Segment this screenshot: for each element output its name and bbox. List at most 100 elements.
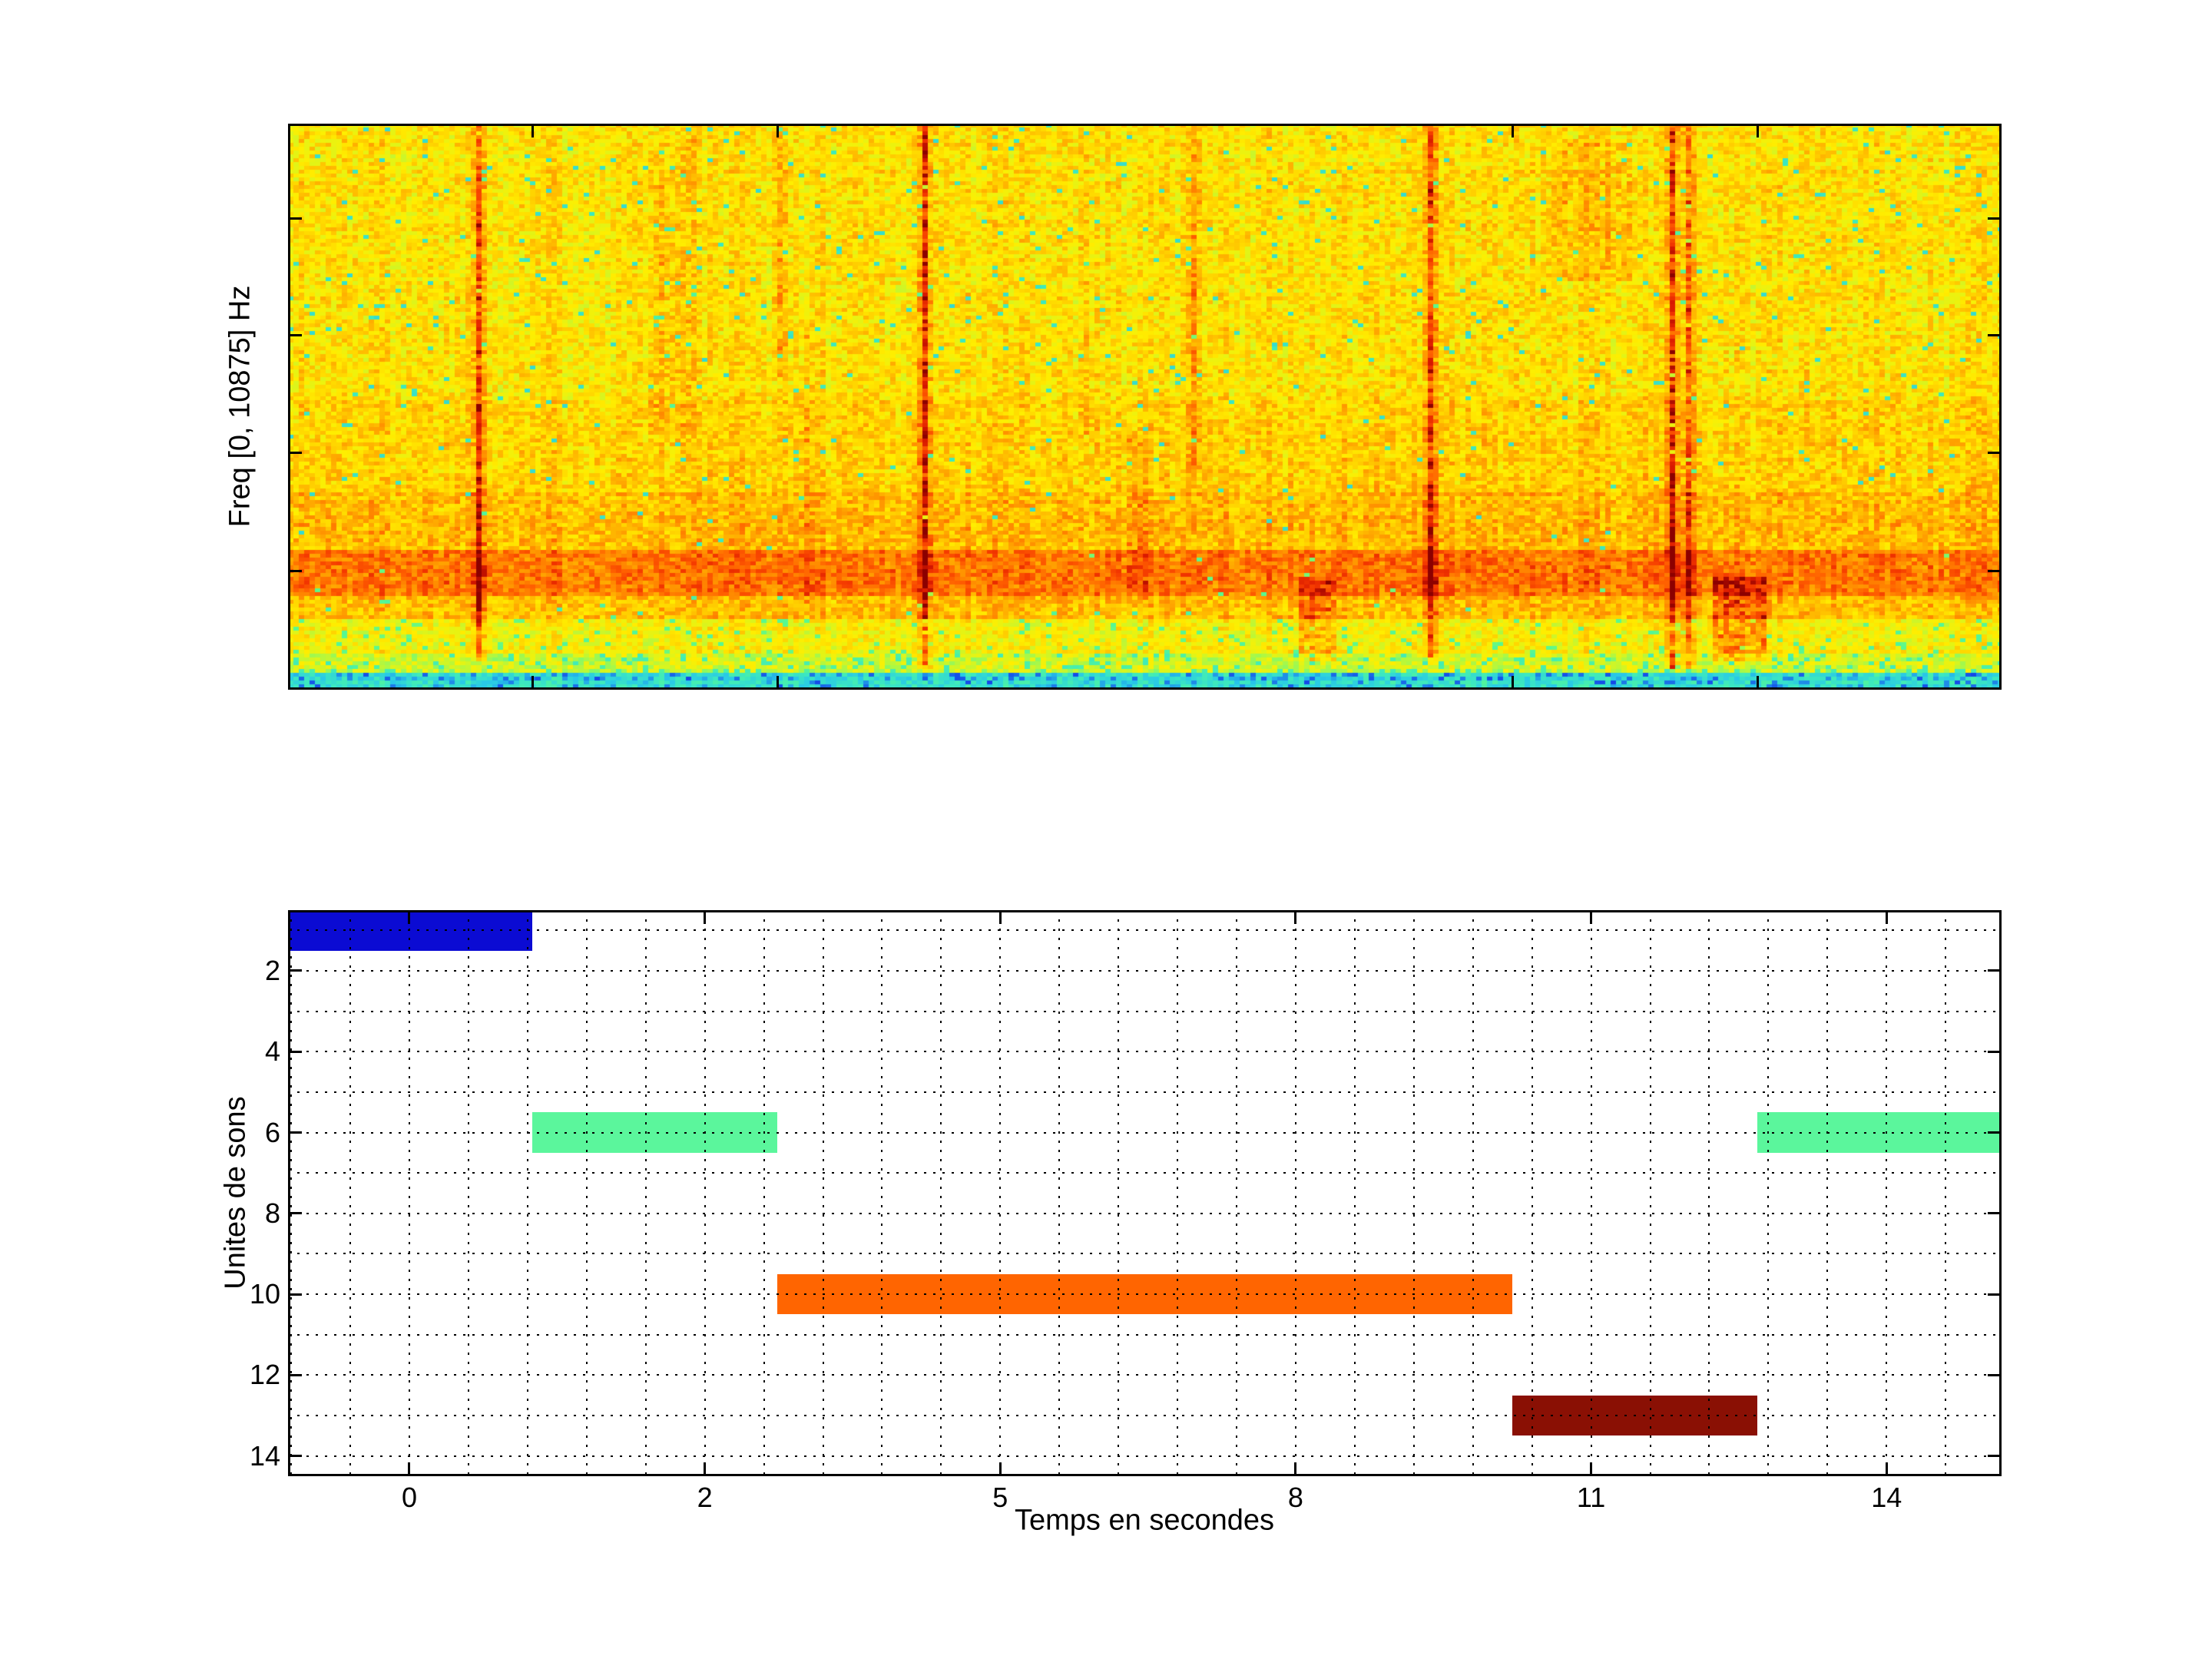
grid-line-vertical	[999, 910, 1001, 1476]
spectrogram-ylabel: Freq [0, 10875] Hz	[224, 286, 257, 528]
grid-line-vertical	[1532, 910, 1533, 1476]
grid-line-vertical	[1058, 910, 1060, 1476]
spectrogram-plot	[288, 124, 2002, 690]
y-tick-label: 12	[211, 1359, 280, 1390]
x-axis-tick	[704, 1462, 706, 1476]
grid-line-vertical	[349, 910, 351, 1476]
matlab-figure: Freq [0, 10875] Hz Unites de sons Temps …	[0, 0, 2212, 1659]
spectrogram-y-tick-right	[1988, 452, 2002, 454]
spectrogram-y-tick	[288, 217, 302, 220]
grid-line-vertical	[1236, 910, 1237, 1476]
grid-line-vertical	[645, 910, 647, 1476]
x-axis-tick-top	[1590, 910, 1592, 924]
grid-line-horizontal	[288, 1374, 2002, 1376]
spectrogram-x-tick-top	[777, 124, 779, 137]
y-tick-label: 10	[211, 1279, 280, 1310]
grid-line-vertical	[1826, 910, 1828, 1476]
spectrogram-y-tick-right	[1988, 217, 2002, 220]
grid-line-horizontal	[288, 1415, 2002, 1416]
spectrogram-x-tick-top	[1757, 124, 1759, 137]
y-tick-label: 2	[211, 955, 280, 986]
y-axis-tick-right	[1988, 1051, 2002, 1053]
grid-line-horizontal	[288, 929, 2002, 931]
grid-line-horizontal	[288, 1091, 2002, 1093]
grid-line-vertical	[1945, 910, 1946, 1476]
grid-line-vertical	[1177, 910, 1178, 1476]
x-tick-label: 0	[356, 1482, 463, 1513]
y-axis-tick-right	[1988, 1455, 2002, 1457]
spectrogram-image	[288, 124, 2002, 690]
spectrogram-x-tick	[1757, 676, 1759, 690]
spectrogram-x-tick	[777, 676, 779, 690]
spectrogram-y-tick-right	[1988, 334, 2002, 336]
x-tick-label: 8	[1242, 1482, 1349, 1513]
grid-line-vertical	[586, 910, 588, 1476]
grid-line-vertical	[763, 910, 765, 1476]
grid-line-vertical	[881, 910, 882, 1476]
grid-line-horizontal	[288, 1334, 2002, 1336]
y-tick-label: 6	[211, 1118, 280, 1148]
grid-line-vertical	[468, 910, 469, 1476]
y-axis-tick	[288, 1131, 302, 1134]
x-tick-label: 14	[1833, 1482, 1940, 1513]
spectrogram-x-tick-top	[531, 124, 534, 137]
x-axis-tick	[1294, 1462, 1296, 1476]
grid-line-vertical	[1708, 910, 1710, 1476]
grid-line-horizontal	[288, 1213, 2002, 1214]
grid-line-vertical	[940, 910, 942, 1476]
spectrogram-y-tick	[288, 452, 302, 454]
y-tick-label: 4	[211, 1036, 280, 1067]
x-axis-tick-top	[999, 910, 1002, 924]
y-axis-tick	[288, 1455, 302, 1457]
grid-line-horizontal	[288, 1132, 2002, 1134]
x-axis-tick-top	[1886, 910, 1888, 924]
y-axis-tick-right	[1988, 1374, 2002, 1376]
x-tick-label: 5	[946, 1482, 1054, 1513]
grid-line-vertical	[527, 910, 528, 1476]
spectrogram-x-tick-top	[1512, 124, 1514, 137]
grid-line-horizontal	[288, 1051, 2002, 1052]
spectrogram-y-tick-right	[1988, 570, 2002, 572]
y-axis-tick	[288, 1293, 302, 1296]
y-axis-tick-right	[1988, 1212, 2002, 1214]
grid-line-vertical	[823, 910, 824, 1476]
grid-line-vertical	[290, 910, 292, 1476]
grid-line-vertical	[1118, 910, 1119, 1476]
grid-line-vertical	[1413, 910, 1415, 1476]
grid-line-horizontal	[288, 970, 2002, 972]
grid-line-vertical	[1295, 910, 1296, 1476]
grid-line-vertical	[409, 910, 410, 1476]
x-axis-tick	[408, 1462, 410, 1476]
x-axis-tick	[1590, 1462, 1592, 1476]
grid-line-horizontal	[288, 1293, 2002, 1295]
y-axis-tick-right	[1988, 1293, 2002, 1296]
y-axis-tick	[288, 969, 302, 972]
timeline-axes-frame	[288, 910, 2002, 1476]
grid-line-horizontal	[288, 1172, 2002, 1174]
y-axis-tick	[288, 1051, 302, 1053]
spectrogram-x-tick	[531, 676, 534, 690]
y-tick-label: 8	[211, 1198, 280, 1229]
spectrogram-y-tick	[288, 334, 302, 336]
spectrogram-x-tick	[1512, 676, 1514, 690]
grid-line-vertical	[1472, 910, 1474, 1476]
x-axis-tick-top	[704, 910, 706, 924]
grid-line-horizontal	[288, 1455, 2002, 1457]
x-axis-tick	[999, 1462, 1002, 1476]
grid-line-vertical	[704, 910, 706, 1476]
grid-line-vertical	[1886, 910, 1887, 1476]
grid-line-vertical	[1650, 910, 1651, 1476]
x-tick-label: 2	[651, 1482, 759, 1513]
grid-line-vertical	[1767, 910, 1769, 1476]
y-tick-label: 14	[211, 1441, 280, 1472]
y-axis-tick-right	[1988, 969, 2002, 972]
x-tick-label: 11	[1538, 1482, 1645, 1513]
x-axis-tick-top	[408, 910, 410, 924]
units-timeline-plot	[288, 910, 2002, 1476]
y-axis-tick	[288, 1374, 302, 1376]
y-axis-tick-right	[1988, 1131, 2002, 1134]
y-axis-tick	[288, 1212, 302, 1214]
grid-line-vertical	[1591, 910, 1592, 1476]
grid-line-vertical	[1354, 910, 1356, 1476]
x-axis-tick	[1886, 1462, 1888, 1476]
